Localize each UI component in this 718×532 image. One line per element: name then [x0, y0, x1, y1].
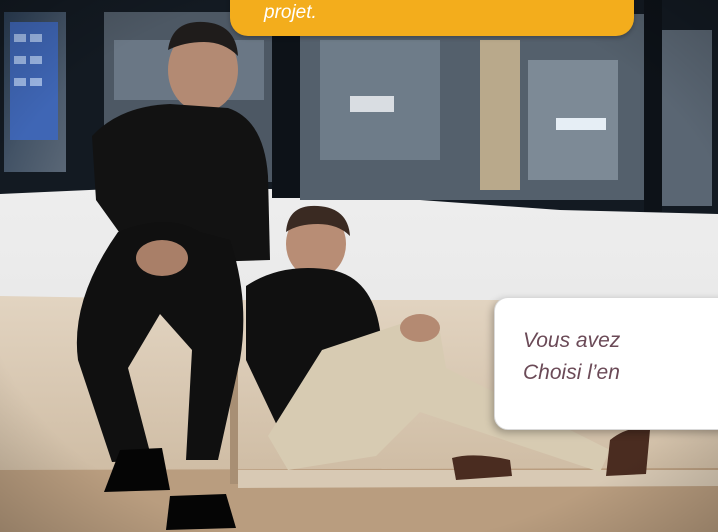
office-photo	[0, 0, 718, 532]
slide-stage: projet. Vous avez Choisi l’en	[0, 0, 718, 532]
top-callout: projet.	[230, 0, 634, 36]
right-callout-line-2: Choisi l’en	[523, 361, 620, 384]
top-callout-text: projet.	[264, 2, 317, 23]
right-callout-line-1: Vous avez	[523, 329, 621, 352]
right-callout: Vous avez Choisi l’en	[494, 297, 718, 430]
